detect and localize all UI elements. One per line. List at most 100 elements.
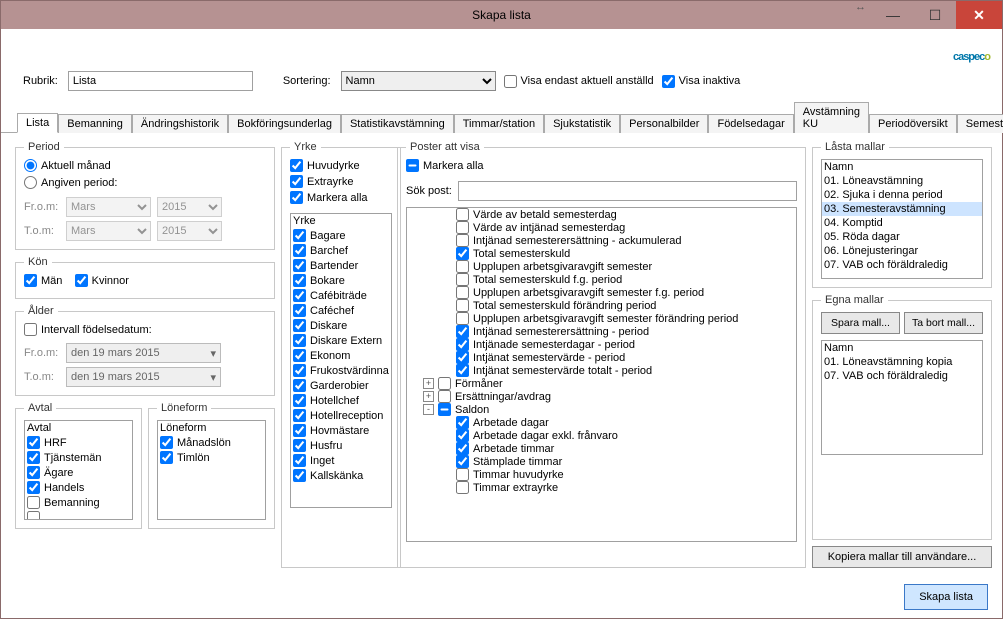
tree-row[interactable]: Värde av betald semesterdag [407, 208, 796, 221]
tree-row[interactable]: Värde av intjänad semesterdag [407, 221, 796, 234]
list-item[interactable]: 02. Sjuka i denna period [822, 188, 982, 202]
list-item[interactable]: Barchef [291, 243, 391, 258]
tree-row[interactable]: -Saldon [407, 403, 796, 416]
tree-row[interactable]: Arbetade dagar exkl. frånvaro [407, 429, 796, 442]
tree-row[interactable]: Upplupen arbetsgivaravgift semester förä… [407, 312, 796, 325]
loneform-listbox[interactable]: Löneform MånadslönTimlön [157, 420, 266, 520]
visa-inaktiva-checkbox[interactable]: Visa inaktiva [662, 75, 741, 88]
spara-mall-button[interactable]: Spara mall... [821, 312, 900, 334]
list-item[interactable]: Månadslön [158, 435, 265, 450]
tab-fdelsedagar[interactable]: Födelsedagar [708, 114, 793, 133]
list-item[interactable]: 04. Komptid [822, 216, 982, 230]
list-item[interactable]: Ägare [25, 465, 132, 480]
list-item[interactable]: Hovmästare [291, 423, 391, 438]
tab-avstmningku[interactable]: Avstämning KU [794, 102, 869, 133]
yrke-huvud-checkbox[interactable]: Huvudyrke [290, 159, 360, 172]
list-item[interactable]: Inget [291, 453, 391, 468]
expander-icon[interactable]: + [423, 391, 434, 402]
tree-row[interactable]: Intjänat semestervärde totalt - period [407, 364, 796, 377]
poster-tree[interactable]: Värde av betald semesterdagVärde av intj… [406, 207, 797, 542]
list-item[interactable]: Bokare [291, 273, 391, 288]
period-to-year[interactable]: 2015 [157, 221, 222, 241]
tree-row[interactable]: Total semesterskuld f.g. period [407, 273, 796, 286]
list-item[interactable] [25, 510, 132, 520]
tab-lista[interactable]: Lista [17, 113, 58, 133]
list-item[interactable]: Bartender [291, 258, 391, 273]
list-item[interactable]: Hotellchef [291, 393, 391, 408]
list-item[interactable]: 03. Semesteravstämning [822, 202, 982, 216]
yrke-markera-checkbox[interactable]: Markera alla [290, 191, 368, 204]
visa-aktuell-checkbox[interactable]: Visa endast aktuell anställd [504, 75, 654, 88]
period-aktuell-radio[interactable]: Aktuell månad [24, 159, 111, 172]
poster-markera-checkbox[interactable]: Markera alla [406, 159, 484, 172]
tree-row[interactable]: Intjänad semesterersättning - period [407, 325, 796, 338]
list-item[interactable]: Tjänstemän [25, 450, 132, 465]
tree-row[interactable]: Intjänat semestervärde - period [407, 351, 796, 364]
tab-personalbilder[interactable]: Personalbilder [620, 114, 708, 133]
own-templates-listbox[interactable]: Namn 01. Löneavstämning kopia07. VAB och… [821, 340, 983, 455]
list-item[interactable]: Timlön [158, 450, 265, 465]
list-item[interactable]: Diskare Extern [291, 333, 391, 348]
list-item[interactable]: HRF [25, 435, 132, 450]
locked-templates-listbox[interactable]: Namn 01. Löneavstämning02. Sjuka i denna… [821, 159, 983, 279]
tab-ndringshistorik[interactable]: Ändringshistorik [132, 114, 228, 133]
tree-row[interactable]: Intjänad semesterersättning - ackumulera… [407, 234, 796, 247]
period-to-month[interactable]: Mars [66, 221, 151, 241]
minimize-button[interactable]: — [872, 1, 914, 29]
tree-row[interactable]: Total semesterskuld [407, 247, 796, 260]
list-item[interactable]: 01. Löneavstämning kopia [822, 355, 982, 369]
period-angiven-radio[interactable]: Angiven period: [24, 176, 117, 189]
tree-row[interactable]: Total semesterskuld förändring period [407, 299, 796, 312]
list-item[interactable]: Husfru [291, 438, 391, 453]
tab-bokfringsunderlag[interactable]: Bokföringsunderlag [228, 114, 341, 133]
tree-row[interactable]: Stämplade timmar [407, 455, 796, 468]
maximize-button[interactable]: ☐ [914, 1, 956, 29]
list-item[interactable]: Handels [25, 480, 132, 495]
list-item[interactable]: 07. VAB och föräldraledig [822, 369, 982, 383]
list-item[interactable]: Bagare [291, 228, 391, 243]
tab-timmarstation[interactable]: Timmar/station [454, 114, 544, 133]
tree-row[interactable]: Intjänade semesterdagar - period [407, 338, 796, 351]
period-from-year[interactable]: 2015 [157, 197, 222, 217]
list-item[interactable]: Cafébiträde [291, 288, 391, 303]
period-from-month[interactable]: Mars [66, 197, 151, 217]
sok-post-input[interactable] [458, 181, 797, 201]
yrke-extra-checkbox[interactable]: Extrayrke [290, 175, 353, 188]
list-item[interactable]: Ekonom [291, 348, 391, 363]
expander-icon[interactable]: + [423, 378, 434, 389]
list-item[interactable]: Garderobier [291, 378, 391, 393]
tab-periodversikt[interactable]: Periodöversikt [869, 114, 957, 133]
skapa-lista-button[interactable]: Skapa lista [904, 584, 988, 610]
list-item[interactable]: 06. Lönejusteringar [822, 244, 982, 258]
list-item[interactable]: Hotellreception [291, 408, 391, 423]
tree-row[interactable]: Upplupen arbetsgivaravgift semester f.g.… [407, 286, 796, 299]
avtal-listbox[interactable]: Avtal HRFTjänstemänÄgareHandelsBemanning [24, 420, 133, 520]
list-item[interactable]: Diskare [291, 318, 391, 333]
tree-row[interactable]: Timmar huvudyrke [407, 468, 796, 481]
sortering-select[interactable]: Namn [341, 71, 496, 91]
alder-intervall-checkbox[interactable]: Intervall födelsedatum: [24, 323, 152, 336]
tree-row[interactable]: Arbetade timmar [407, 442, 796, 455]
tab-sjukstatistik[interactable]: Sjukstatistik [544, 114, 620, 133]
tab-bemanning[interactable]: Bemanning [58, 114, 132, 133]
kon-kvinnor-checkbox[interactable]: Kvinnor [75, 274, 129, 287]
yrke-listbox[interactable]: Yrke BagareBarchefBartenderBokareCafébit… [290, 213, 392, 508]
list-item[interactable]: 05. Röda dagar [822, 230, 982, 244]
tab-semesteravstmning[interactable]: Semesteravstämning [957, 114, 1003, 133]
list-item[interactable]: Frukostvärdinna [291, 363, 391, 378]
expander-icon[interactable]: - [423, 404, 434, 415]
tree-row[interactable]: +Ersättningar/avdrag [407, 390, 796, 403]
list-item[interactable]: Caféchef [291, 303, 391, 318]
tree-row[interactable]: Timmar extrayrke [407, 481, 796, 494]
tree-row[interactable]: +Förmåner [407, 377, 796, 390]
tree-row[interactable]: Upplupen arbetsgivaravgift semester [407, 260, 796, 273]
list-item[interactable]: 07. VAB och föräldraledig [822, 258, 982, 272]
tree-row[interactable]: Arbetade dagar [407, 416, 796, 429]
list-item[interactable]: 01. Löneavstämning [822, 174, 982, 188]
alder-to-date[interactable]: den 19 mars 2015▾ [66, 367, 221, 387]
kon-man-checkbox[interactable]: Män [24, 274, 62, 287]
list-item[interactable]: Kallskänka [291, 468, 391, 483]
rubrik-input[interactable] [68, 71, 253, 91]
list-item[interactable]: Bemanning [25, 495, 132, 510]
alder-from-date[interactable]: den 19 mars 2015▾ [66, 343, 221, 363]
